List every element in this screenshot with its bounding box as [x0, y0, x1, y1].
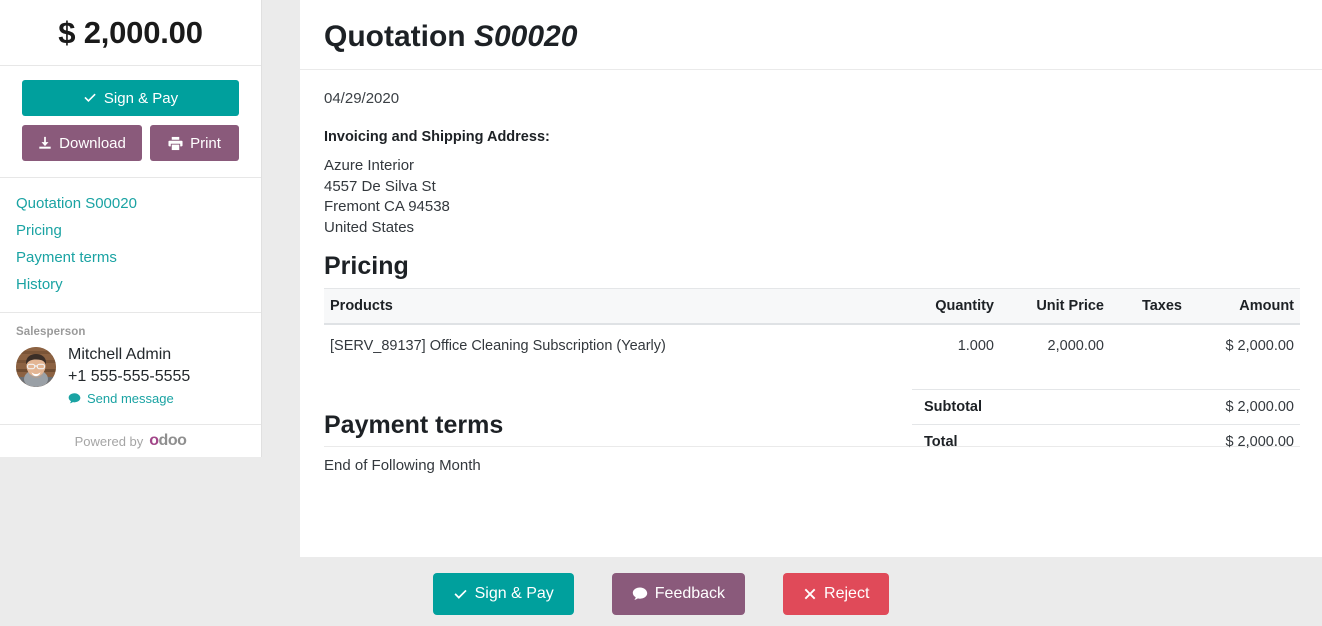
page-title-prefix: Quotation	[324, 20, 466, 53]
page-title: Quotation S00020	[300, 0, 1322, 70]
cell-amount: $ 2,000.00	[1225, 337, 1294, 354]
totals-row-subtotal: Subtotal $ 2,000.00	[912, 388, 1300, 425]
subtotal-value: $ 2,000.00	[1100, 388, 1300, 425]
avatar	[16, 347, 56, 387]
table-row: [SERV_89137] Office Cleaning Subscriptio…	[324, 324, 1300, 367]
download-button[interactable]: Download	[22, 125, 142, 161]
salesperson-row: Mitchell Admin +1 555-555-5555 Send mess…	[16, 343, 245, 408]
comment-icon	[632, 586, 648, 602]
column-header-amount: Amount	[1190, 287, 1300, 325]
totals-table: Subtotal $ 2,000.00 Total $ 2,000.00	[912, 388, 1300, 459]
salesperson-card: Salesperson Mitchell Admin +1 555-555-55…	[0, 313, 261, 426]
check-icon	[83, 91, 97, 105]
total-amount: $ 2,000.00	[58, 14, 203, 50]
pricing-heading: Pricing	[324, 252, 409, 281]
reject-button[interactable]: Reject	[783, 573, 890, 615]
address-line: Azure Interior	[324, 157, 415, 174]
print-button[interactable]: Print	[150, 125, 239, 161]
sidebar-nav: Quotation S00020 Pricing Payment terms H…	[0, 178, 261, 313]
salesperson-details: Mitchell Admin +1 555-555-5555 Send mess…	[68, 343, 245, 408]
sign-and-pay-label: Sign & Pay	[103, 89, 179, 107]
sign-and-pay-button-footer[interactable]: Sign & Pay	[432, 573, 574, 615]
pricing-table: Products Quantity Unit Price Taxes Amoun…	[324, 287, 1300, 393]
subtotal-label: Subtotal	[912, 388, 1101, 425]
powered-by-footer: Powered by odoo	[0, 425, 261, 457]
salesperson-name: Mitchell Admin	[68, 346, 172, 363]
sidebar-item-payment-terms[interactable]: Payment terms	[0, 244, 261, 271]
document-card: Quotation S00020 04/29/2020 Invoicing an…	[300, 0, 1322, 557]
send-message-link[interactable]: Send message	[68, 391, 174, 406]
comment-icon	[68, 392, 81, 405]
address-line: United States	[324, 218, 415, 236]
column-header-products: Products	[324, 287, 892, 325]
salesperson-phone: +1 555-555-5555	[68, 367, 191, 385]
print-label: Print	[190, 134, 221, 152]
odoo-logo-first-letter: o	[149, 432, 159, 450]
feedback-button[interactable]: Feedback	[611, 573, 746, 615]
feedback-label: Feedback	[654, 585, 726, 602]
download-icon	[38, 136, 52, 150]
odoo-logo-rest: doo	[158, 432, 187, 450]
reject-label: Reject	[824, 585, 870, 602]
powered-by-label: Powered by	[74, 433, 144, 449]
table-header-row: Products Quantity Unit Price Taxes Amoun…	[324, 287, 1300, 325]
document-reference: S00020	[473, 20, 578, 53]
secondary-actions-row: Download Print	[22, 125, 239, 161]
document-body: 04/29/2020 Invoicing and Shipping Addres…	[300, 70, 1322, 474]
address-heading: Invoicing and Shipping Address:	[324, 129, 550, 145]
salesperson-section-label: Salesperson	[16, 326, 86, 338]
check-icon	[453, 587, 468, 602]
download-label: Download	[59, 134, 126, 152]
sidebar-item-pricing[interactable]: Pricing	[0, 217, 261, 244]
sign-and-pay-footer-label: Sign & Pay	[474, 585, 554, 602]
odoo-logo: odoo	[149, 432, 187, 450]
totals-row-total: Total $ 2,000.00	[912, 423, 1300, 459]
sidebar-actions: Sign & Pay Download Print	[0, 66, 261, 178]
send-message-label: Send message	[87, 391, 174, 407]
cell-unit-price: 2,000.00	[1047, 337, 1104, 354]
cell-quantity: 1.000	[957, 337, 994, 354]
amount-summary: $ 2,000.00	[0, 0, 261, 66]
sign-and-pay-button-sidebar[interactable]: Sign & Pay	[22, 80, 239, 116]
printer-icon	[168, 136, 183, 151]
close-icon	[803, 587, 817, 601]
total-value: $ 2,000.00	[1100, 423, 1300, 459]
total-label: Total	[912, 423, 1101, 459]
column-header-taxes: Taxes	[1112, 287, 1190, 325]
column-header-quantity: Quantity	[892, 287, 1002, 325]
cell-product: [SERV_89137] Office Cleaning Subscriptio…	[330, 337, 666, 354]
address-line: 4557 De Silva St	[324, 177, 436, 195]
sidebar-item-quotation[interactable]: Quotation S00020	[0, 190, 261, 217]
sidebar: $ 2,000.00 Sign & Pay Download Print Quo…	[0, 0, 262, 458]
column-header-unit-price: Unit Price	[1002, 287, 1112, 325]
footer-action-bar: Sign & Pay Feedback Reject	[0, 573, 1322, 615]
document-date: 04/29/2020	[324, 90, 400, 107]
avatar-photo	[16, 347, 56, 387]
address-line: Fremont CA 94538	[324, 198, 450, 216]
cell-taxes	[1112, 324, 1190, 367]
portal-page: $ 2,000.00 Sign & Pay Download Print Quo…	[0, 0, 1322, 626]
sidebar-item-history[interactable]: History	[0, 271, 261, 298]
